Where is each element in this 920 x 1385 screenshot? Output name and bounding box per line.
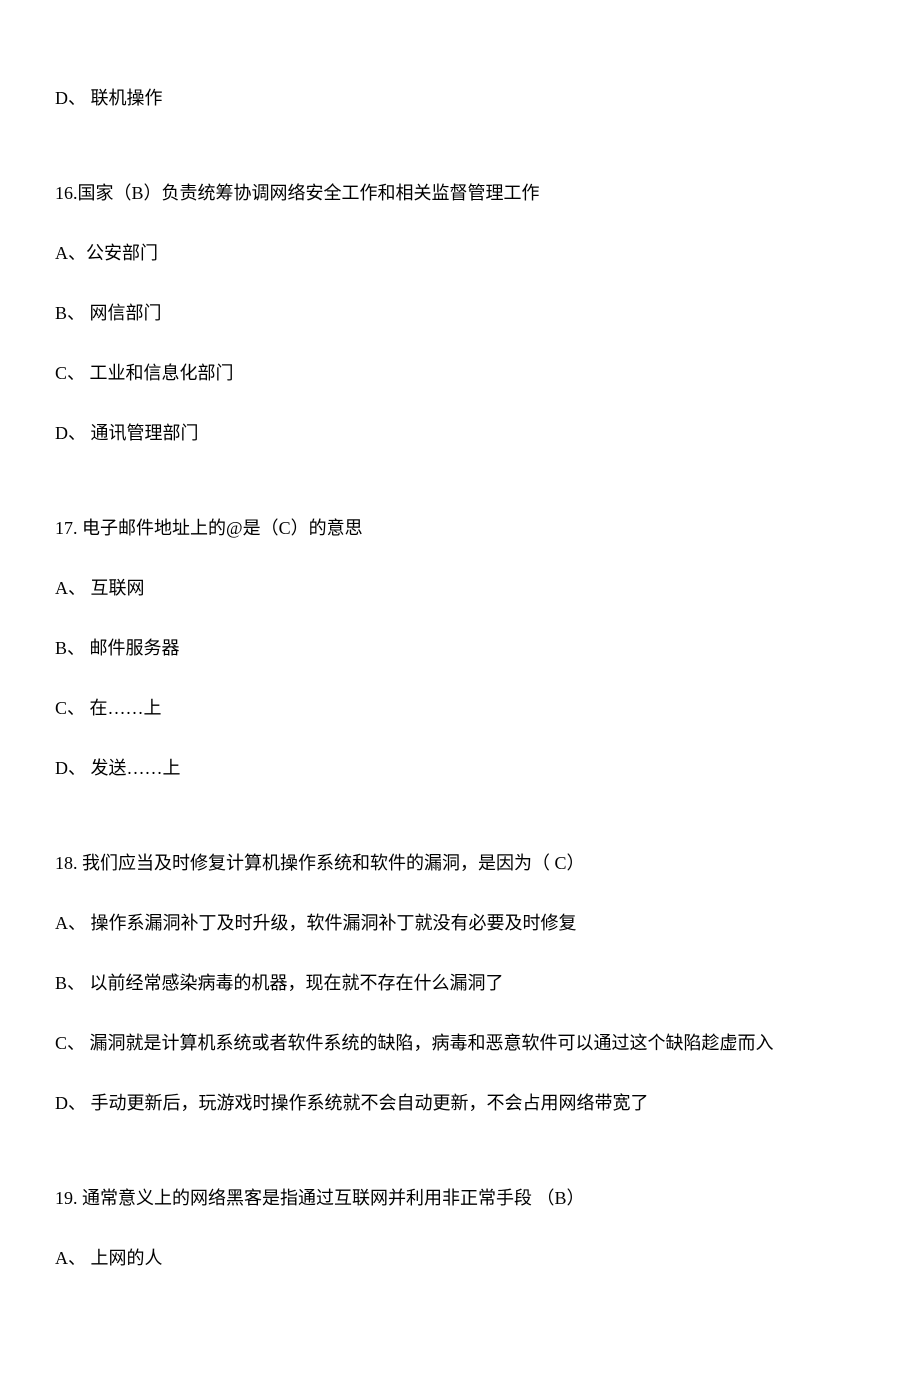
option-text: C、 工业和信息化部门 [55, 360, 870, 387]
option-text: D、 发送……上 [55, 755, 870, 782]
option-text: A、 上网的人 [55, 1245, 870, 1272]
option-text: C、 在……上 [55, 695, 870, 722]
option-text: C、 漏洞就是计算机系统或者软件系统的缺陷，病毒和恶意软件可以通过这个缺陷趁虚而… [55, 1030, 870, 1057]
option-text: A、 操作系漏洞补丁及时升级，软件漏洞补丁就没有必要及时修复 [55, 910, 870, 937]
question-text: 16.国家（B）负责统筹协调网络安全工作和相关监督管理工作 [55, 180, 870, 207]
option-text: A、公安部门 [55, 240, 870, 267]
question-text: 17. 电子邮件地址上的@是（C）的意思 [55, 515, 870, 542]
option-text: B、 网信部门 [55, 300, 870, 327]
option-text: B、 以前经常感染病毒的机器，现在就不存在什么漏洞了 [55, 970, 870, 997]
option-text: D、 手动更新后，玩游戏时操作系统就不会自动更新，不会占用网络带宽了 [55, 1090, 870, 1117]
option-text: D、 通讯管理部门 [55, 420, 870, 447]
option-text: D、 联机操作 [55, 85, 870, 112]
option-text: A、 互联网 [55, 575, 870, 602]
question-text: 19. 通常意义上的网络黑客是指通过互联网并利用非正常手段 （B） [55, 1185, 870, 1212]
option-text: B、 邮件服务器 [55, 635, 870, 662]
question-text: 18. 我们应当及时修复计算机操作系统和软件的漏洞，是因为（ C） [55, 850, 870, 877]
